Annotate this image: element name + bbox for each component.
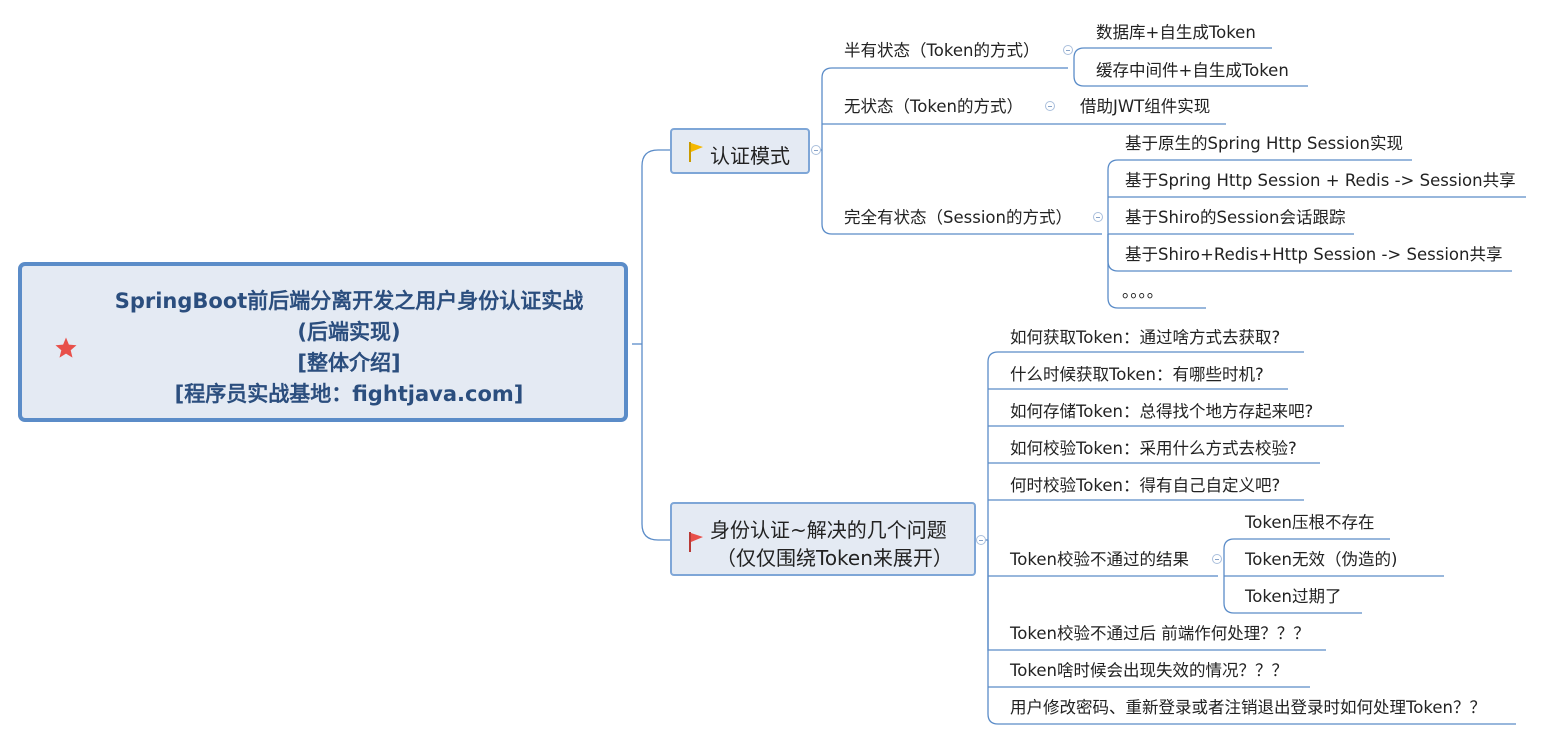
- node-stateful-child[interactable]: 基于Shiro+Redis+Http Session -> Session共享: [1125, 245, 1502, 265]
- node-problem[interactable]: 何时校验Token：得有自己自定义吧?: [1010, 476, 1280, 496]
- node-stateful-child[interactable]: 基于原生的Spring Http Session实现: [1125, 134, 1403, 154]
- root-title-line: SpringBoot前后端分离开发之用户身份认证实战: [114, 289, 584, 313]
- node-fail-result-child[interactable]: Token过期了: [1245, 587, 1341, 607]
- node-problem[interactable]: 用户修改密码、重新登录或者注销退出登录时如何处理Token？？: [1010, 698, 1486, 718]
- node-stateless-child[interactable]: 借助JWT组件实现: [1080, 97, 1210, 117]
- node-semi-stateful[interactable]: 半有状态（Token的方式）: [844, 41, 1039, 61]
- node-problem[interactable]: 如何校验Token：采用什么方式去校验?: [1010, 439, 1297, 459]
- node-problem[interactable]: Token校验不通过后 前端作何处理？？？: [1010, 624, 1310, 644]
- root-title: SpringBoot前后端分离开发之用户身份认证实战 (后端实现) [整体介绍]…: [92, 286, 606, 410]
- node-problem-fail-result[interactable]: Token校验不通过的结果: [1010, 550, 1189, 570]
- root-node[interactable]: SpringBoot前后端分离开发之用户身份认证实战 (后端实现) [整体介绍]…: [18, 262, 628, 422]
- collapse-toggle-icon[interactable]: [811, 145, 821, 155]
- root-title-line: [整体介绍]: [297, 351, 401, 375]
- node-stateful-child[interactable]: 基于Shiro的Session会话跟踪: [1125, 208, 1346, 228]
- collapse-toggle-icon[interactable]: [976, 535, 986, 545]
- node-fully-stateful[interactable]: 完全有状态（Session的方式）: [844, 208, 1072, 228]
- yellow-flag-icon: [689, 142, 703, 162]
- node-problem[interactable]: 如何存储Token：总得找个地方存起来吧?: [1010, 402, 1313, 422]
- branch-auth-mode-label: 认证模式: [710, 144, 790, 168]
- node-stateful-child[interactable]: 基于Spring Http Session + Redis -> Session…: [1125, 171, 1516, 191]
- node-stateless[interactable]: 无状态（Token的方式）: [844, 97, 1023, 117]
- node-problem[interactable]: Token啥时候会出现失效的情况？？？: [1010, 661, 1288, 681]
- branch-problems[interactable]: 身份认证~解决的几个问题 （仅仅围绕Token来展开）: [670, 502, 976, 576]
- branch-auth-mode[interactable]: 认证模式: [670, 128, 810, 174]
- node-stateful-child[interactable]: 。。。。: [1122, 282, 1163, 302]
- branch-problems-label-line: （仅仅围绕Token来展开）: [716, 546, 953, 570]
- branch-problems-label-line: 身份认证~解决的几个问题: [710, 518, 947, 542]
- collapse-toggle-icon[interactable]: [1063, 45, 1073, 55]
- node-fail-result-child[interactable]: Token压根不存在: [1245, 513, 1374, 533]
- node-semi-child[interactable]: 缓存中间件+自生成Token: [1096, 61, 1289, 81]
- star-icon: [55, 337, 77, 358]
- red-flag-icon: [689, 532, 703, 552]
- node-problem[interactable]: 如何获取Token：通过啥方式去获取?: [1010, 328, 1280, 348]
- collapse-toggle-icon[interactable]: [1212, 554, 1222, 564]
- root-title-line: [程序员实战基地：fightjava.com]: [174, 382, 524, 406]
- node-fail-result-child[interactable]: Token无效（伪造的): [1245, 550, 1397, 570]
- root-title-line: (后端实现): [297, 320, 401, 344]
- node-semi-child[interactable]: 数据库+自生成Token: [1096, 23, 1256, 43]
- node-problem[interactable]: 什么时候获取Token：有哪些时机?: [1010, 365, 1264, 385]
- collapse-toggle-icon[interactable]: [1093, 212, 1103, 222]
- collapse-toggle-icon[interactable]: [1045, 101, 1055, 111]
